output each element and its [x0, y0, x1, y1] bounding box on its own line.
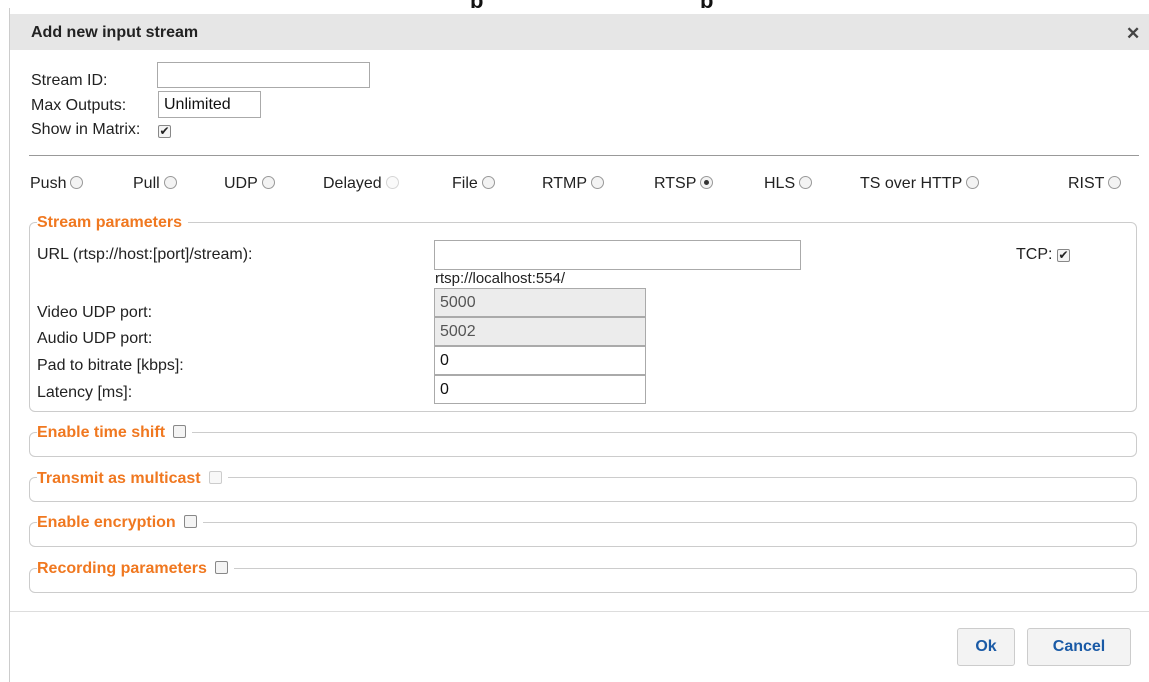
- time-shift-checkbox[interactable]: [173, 425, 187, 438]
- radio-delayed[interactable]: Delayed: [323, 175, 399, 193]
- latency-input[interactable]: [434, 375, 646, 404]
- radio-push[interactable]: Push: [30, 175, 84, 193]
- radio-file-label: File: [452, 175, 478, 192]
- stream-parameters-legend-text: Stream parameters: [37, 214, 182, 231]
- video-udp-port-input[interactable]: [434, 288, 646, 317]
- radio-udp[interactable]: UDP: [224, 175, 275, 193]
- add-input-stream-dialog: Add new input stream ✕ Stream ID: Max Ou…: [9, 8, 1149, 682]
- stream-parameters-legend: Stream parameters: [37, 214, 188, 232]
- max-outputs-input[interactable]: [158, 91, 261, 118]
- radio-pull[interactable]: Pull: [133, 175, 177, 193]
- video-udp-port-label: Video UDP port:: [37, 304, 153, 321]
- stream-id-label: Stream ID:: [31, 72, 108, 89]
- recording-legend-text: Recording parameters: [37, 560, 207, 577]
- url-input[interactable]: [434, 240, 801, 270]
- ok-button[interactable]: Ok: [957, 628, 1015, 666]
- encryption-checkbox[interactable]: [183, 515, 197, 528]
- divider: [29, 155, 1139, 156]
- recording-legend[interactable]: Recording parameters: [37, 560, 234, 578]
- footer-divider: [10, 611, 1149, 612]
- dialog-title: Add new input stream: [31, 24, 199, 41]
- max-outputs-label: Max Outputs:: [31, 97, 127, 114]
- time-shift-legend-text: Enable time shift: [37, 424, 166, 441]
- dialog-titlebar[interactable]: Add new input stream ✕: [10, 14, 1149, 50]
- url-label: URL (rtsp://host:[port]/stream):: [37, 246, 253, 263]
- close-icon[interactable]: ✕: [1126, 24, 1140, 44]
- radio-rtsp-label: RTSP: [654, 175, 697, 192]
- radio-hls-icon: [799, 176, 813, 189]
- radio-push-label: Push: [30, 175, 67, 192]
- multicast-legend[interactable]: Transmit as multicast: [37, 470, 228, 488]
- radio-udp-label: UDP: [224, 175, 258, 192]
- radio-rtsp-icon: [700, 176, 714, 189]
- radio-push-icon: [70, 176, 84, 189]
- radio-hls-label: HLS: [764, 175, 796, 192]
- radio-file[interactable]: File: [452, 175, 495, 193]
- cancel-button[interactable]: Cancel: [1027, 628, 1131, 666]
- radio-udp-icon: [261, 176, 275, 189]
- radio-ts-over-http-label: TS over HTTP: [860, 175, 963, 192]
- radio-rtmp-label: RTMP: [542, 175, 588, 192]
- radio-rist[interactable]: RIST: [1068, 175, 1122, 193]
- encryption-legend[interactable]: Enable encryption: [37, 514, 203, 532]
- radio-delayed-label: Delayed: [323, 175, 382, 192]
- pad-to-bitrate-input[interactable]: [434, 346, 646, 375]
- radio-pull-icon: [163, 176, 177, 189]
- multicast-legend-text: Transmit as multicast: [37, 470, 201, 487]
- radio-hls[interactable]: HLS: [764, 175, 813, 193]
- pad-to-bitrate-label: Pad to bitrate [kbps]:: [37, 357, 184, 374]
- url-hint: rtsp://localhost:554/: [435, 270, 566, 287]
- audio-udp-port-label: Audio UDP port:: [37, 330, 153, 347]
- radio-rist-label: RIST: [1068, 175, 1105, 192]
- radio-rtmp[interactable]: RTMP: [542, 175, 605, 193]
- show-in-matrix-label: Show in Matrix:: [31, 121, 141, 138]
- radio-rist-icon: [1108, 176, 1122, 189]
- show-in-matrix-checkbox[interactable]: ✔: [158, 125, 171, 138]
- stream-id-input[interactable]: [157, 62, 370, 88]
- radio-rtmp-icon: [591, 176, 605, 189]
- radio-pull-label: Pull: [133, 175, 160, 192]
- radio-ts-over-http[interactable]: TS over HTTP: [860, 175, 980, 193]
- radio-file-icon: [481, 176, 495, 189]
- multicast-checkbox[interactable]: [208, 471, 222, 484]
- radio-delayed-icon: [385, 176, 399, 189]
- encryption-legend-text: Enable encryption: [37, 514, 176, 531]
- tcp-checkbox[interactable]: ✔: [1057, 249, 1070, 262]
- tcp-label: TCP:: [1016, 246, 1053, 263]
- audio-udp-port-input[interactable]: [434, 317, 646, 346]
- latency-label: Latency [ms]:: [37, 384, 133, 401]
- recording-checkbox[interactable]: [214, 561, 228, 574]
- radio-ts-over-http-icon: [966, 176, 980, 189]
- radio-rtsp[interactable]: RTSP: [654, 175, 714, 193]
- time-shift-fieldset: [29, 432, 1137, 457]
- time-shift-legend[interactable]: Enable time shift: [37, 424, 193, 442]
